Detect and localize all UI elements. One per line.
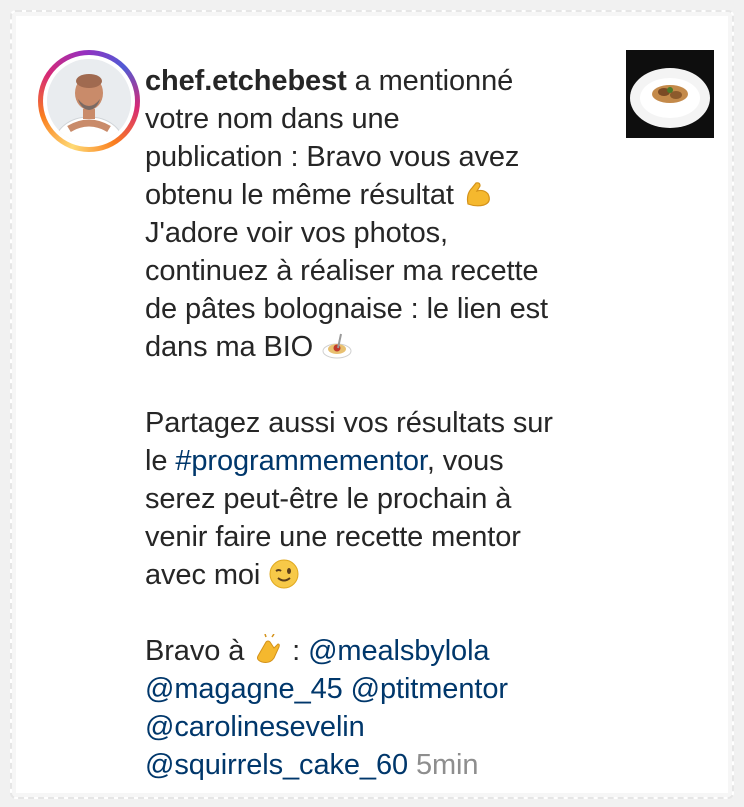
- story-ring[interactable]: [38, 50, 140, 152]
- text-line: venir faire une recette mentor: [145, 521, 521, 553]
- spaghetti-emoji: [322, 333, 352, 359]
- mention-link[interactable]: @mealsbylola: [308, 635, 489, 667]
- text-line: le: [145, 445, 176, 477]
- text-line: Bravo à: [145, 635, 253, 667]
- text-line: obtenu le même résultat: [145, 179, 462, 211]
- chef-portrait-icon: [47, 59, 131, 143]
- winking-face-emoji: [269, 559, 299, 589]
- text-line: J'adore voir vos photos,: [145, 217, 448, 249]
- post-thumbnail[interactable]: [626, 50, 714, 138]
- mention-link[interactable]: @squirrels_cake_60: [145, 749, 408, 781]
- username-link[interactable]: chef.etchebest: [145, 65, 347, 97]
- flexed-biceps-emoji: [466, 182, 490, 207]
- text-line: :: [284, 635, 309, 667]
- avatar[interactable]: [47, 59, 131, 143]
- mention-link[interactable]: @ptitmentor: [351, 673, 508, 705]
- text-line: a mentionné: [346, 65, 514, 97]
- text-line: avec moi: [145, 559, 269, 591]
- text-line: votre nom dans une: [145, 103, 400, 135]
- hashtag-link[interactable]: #programmementor: [175, 445, 427, 477]
- timestamp: 5min: [415, 749, 479, 781]
- text-line: , vous: [426, 445, 504, 477]
- notification-card[interactable]: chef.etchebest a mentionné votre nom dan…: [10, 10, 734, 799]
- pasta-dish-thumbnail: [626, 50, 714, 138]
- text-line: publication : Bravo vous avez: [145, 141, 520, 173]
- text-line: Partagez aussi vos résultats sur: [145, 407, 553, 439]
- clapping-hands-emoji: [257, 634, 281, 663]
- notification-text: chef.etchebest a mentionné votre nom dan…: [145, 62, 595, 784]
- mention-link[interactable]: @magagne_45: [145, 673, 343, 705]
- text-line: continuez à réaliser ma recette: [145, 255, 539, 287]
- text-line: de pâtes bolognaise : le lien est: [145, 293, 548, 325]
- mention-link[interactable]: @carolinesevelin: [145, 711, 365, 743]
- text-line: serez peut-être le prochain à: [145, 483, 512, 515]
- text-line: dans ma BIO: [145, 331, 322, 363]
